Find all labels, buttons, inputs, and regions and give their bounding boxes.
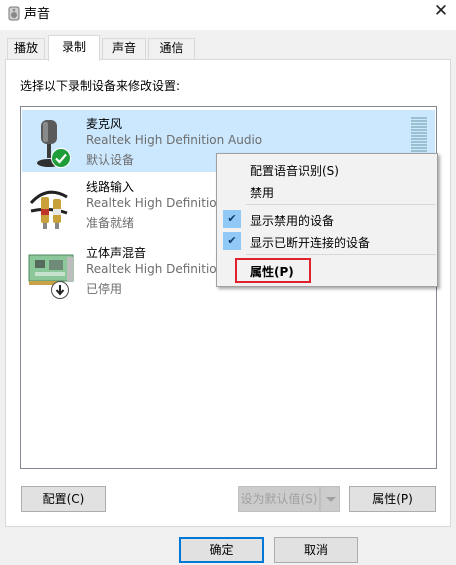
check-icon: ✔ <box>223 232 241 250</box>
close-button[interactable]: ✕ <box>426 0 456 22</box>
tab-communications[interactable]: 通信 <box>148 38 195 59</box>
device-status: 准备就绪 <box>86 216 135 230</box>
annotation-highlight <box>235 258 311 283</box>
disabled-arrow-icon <box>51 281 69 299</box>
device-status: 默认设备 <box>86 153 135 167</box>
title-bar: 声音 ✕ <box>0 0 456 30</box>
line-in-cable-icon <box>29 190 68 229</box>
window-title: 声音 <box>24 7 51 22</box>
tab-sounds[interactable]: 声音 <box>102 38 146 59</box>
configure-button[interactable]: 配置(C) <box>21 486 106 512</box>
instruction-text: 选择以下录制设备来修改设置: <box>20 79 181 93</box>
close-icon: ✕ <box>433 1 449 21</box>
default-check-icon <box>51 148 71 168</box>
check-icon: ✔ <box>223 210 241 228</box>
menu-separator <box>246 204 436 205</box>
device-name: 线路输入 <box>86 180 135 194</box>
context-menu: 配置语音识别(S) 禁用 ✔ 显示禁用的设备 ✔ 显示已断开连接的设备 属性(P… <box>216 153 438 287</box>
menu-separator <box>246 254 436 255</box>
menu-item-disable[interactable]: 禁用 <box>250 184 274 201</box>
set-default-button[interactable]: 设为默认值(S) <box>238 486 320 512</box>
device-description: Realtek High Definition Audio <box>86 133 263 147</box>
tab-playback[interactable]: 播放 <box>7 38 45 59</box>
ok-button[interactable]: 确定 <box>179 537 264 563</box>
menu-item-show-disabled[interactable]: 显示禁用的设备 <box>250 212 334 229</box>
device-name: 麦克风 <box>86 117 123 131</box>
menu-item-show-disconnected[interactable]: 显示已断开连接的设备 <box>250 234 370 251</box>
cancel-button[interactable]: 取消 <box>274 537 358 563</box>
tab-recording[interactable]: 录制 <box>48 35 100 61</box>
speaker-icon <box>8 6 20 21</box>
device-name: 立体声混音 <box>86 246 147 260</box>
menu-item-configure-speech[interactable]: 配置语音识别(S) <box>250 162 339 179</box>
properties-button[interactable]: 属性(P) <box>349 486 436 512</box>
device-status: 已停用 <box>86 282 123 296</box>
set-default-dropdown[interactable] <box>320 486 340 512</box>
